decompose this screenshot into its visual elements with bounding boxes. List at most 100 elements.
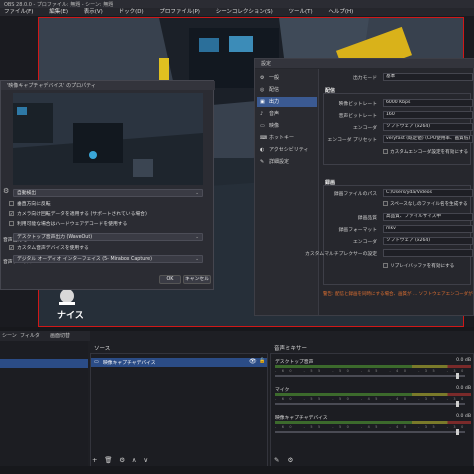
keyboard-icon: ⌨ xyxy=(260,135,268,141)
menu-profile[interactable]: プロファイル(P) xyxy=(159,8,200,17)
transition-label[interactable]: 画面切替 xyxy=(50,332,70,339)
gear-icon[interactable]: ⚙ xyxy=(288,456,294,464)
eye-icon[interactable]: 👁 xyxy=(249,358,257,365)
apply-rotation-checkbox[interactable]: ✓ カメラ向け回転データを適用する (サポートされている場合) xyxy=(9,211,147,218)
volume-meter xyxy=(275,393,471,396)
volume-slider-knob[interactable] xyxy=(455,373,459,379)
volume-slider[interactable] xyxy=(275,431,465,433)
cancel-button[interactable]: キャンセル xyxy=(183,275,211,284)
checkbox-box xyxy=(9,201,14,206)
nav-item-label: 出力 xyxy=(269,99,280,105)
mixer-toolbar: ✎ ⚙ xyxy=(274,456,299,464)
ok-button[interactable]: OK xyxy=(159,275,181,284)
audio-mixer: デスクトップ音声 0.0 dB -60 -55 -50 -45 -40 -35 … xyxy=(270,353,474,474)
sources-toolbar: + 🗑 ⚙ ∧ ∨ xyxy=(92,456,153,466)
hardware-decode-checkbox[interactable]: 利用可能な場合はハードウェアデコードを使用する xyxy=(9,221,127,228)
settings-row: 映像ビットレート 6000 Kbps xyxy=(321,99,473,108)
mixer-settings-icon[interactable]: ✎ xyxy=(274,456,279,464)
settings-row: 音声ビットレート 160 xyxy=(321,111,473,120)
menu-view[interactable]: 表示(V) xyxy=(84,8,103,17)
checkbox-label: 垂直方向に反転 xyxy=(17,202,51,207)
flip-vertical-checkbox[interactable]: 垂直方向に反転 xyxy=(9,201,51,208)
settings-row: エンコーダ ソフトウェア (x264) xyxy=(321,237,473,246)
status-bar xyxy=(0,466,474,474)
recording-encoder-select[interactable]: ソフトウェア (x264) xyxy=(383,237,473,245)
monitor-icon: ▭ xyxy=(260,123,265,129)
mixer-track: デスクトップ音声 0.0 dB -60 -55 -50 -45 -40 -35 … xyxy=(275,358,471,382)
volume-slider-knob[interactable] xyxy=(455,401,459,407)
scenes-tab-row: シーン フィルタ 画面切替 xyxy=(0,331,90,341)
custom-audio-checkbox[interactable]: ✓ カスタム音声デバイスを使用する xyxy=(9,245,89,252)
row-label: エンコーダ プリセット xyxy=(327,138,378,143)
replay-buffer-checkbox[interactable]: リプレイバッファを有効にする xyxy=(383,263,454,269)
checkbox-label: リプレイバッファを有効にする xyxy=(390,264,455,269)
audio-device-select[interactable]: デジタル オーディオ インターフェイス (5- Mirabox Capture)… xyxy=(13,255,203,263)
nav-item-label: アクセシビリティ xyxy=(269,147,309,153)
source-properties-button[interactable]: ⚙ xyxy=(119,456,125,464)
remove-source-button[interactable]: 🗑 xyxy=(104,456,112,464)
resolution-select[interactable]: 自動検出 ⌄ xyxy=(13,189,203,197)
row-label: 音声ビットレート xyxy=(338,114,377,119)
menu-docks[interactable]: ドック(D) xyxy=(119,8,144,17)
menu-file[interactable]: ファイル(F) xyxy=(4,8,33,17)
nav-item-advanced[interactable]: ✎ 詳細設定 xyxy=(257,157,317,167)
menu-edit[interactable]: 編集(E) xyxy=(49,8,68,17)
nav-item-general[interactable]: ⚙ 一般 xyxy=(257,73,317,83)
stream-encoder-select[interactable]: ソフトウェア (x264) xyxy=(383,123,473,131)
audio-bitrate-select[interactable]: 160 xyxy=(383,111,473,119)
preview-overlay-text: ナイス xyxy=(57,311,84,321)
move-source-down-button[interactable]: ∨ xyxy=(143,456,148,464)
nav-item-hotkeys[interactable]: ⌨ ホットキー xyxy=(257,133,317,143)
mixer-track: マイク 0.0 dB -60 -55 -50 -45 -40 -35 -30 -… xyxy=(275,386,471,410)
checkbox-box: ✓ xyxy=(9,211,14,216)
tab-scenes[interactable]: シーン xyxy=(2,332,17,339)
volume-slider[interactable] xyxy=(275,403,465,405)
track-name: マイク xyxy=(275,388,290,393)
recording-format-select[interactable]: mkv xyxy=(383,225,473,233)
nav-item-video[interactable]: ▭ 映像 xyxy=(257,121,317,131)
settings-row: カスタムマルチプレクサーの設定 xyxy=(305,249,473,258)
source-item-label: 映像キャプチャデバイス xyxy=(103,361,156,366)
source-item[interactable]: ▭ 映像キャプチャデバイス 👁 🔓 xyxy=(91,358,267,367)
tab-filters[interactable]: フィルタ xyxy=(20,332,40,339)
add-source-button[interactable]: + xyxy=(92,456,97,464)
settings-title: 設定 xyxy=(261,61,272,67)
row-label: 録画ファイルのパス xyxy=(333,192,377,197)
output-icon: ▣ xyxy=(260,99,265,105)
move-source-up-button[interactable]: ∧ xyxy=(132,456,137,464)
track-name: デスクトップ音声 xyxy=(275,360,314,365)
nav-item-stream[interactable]: ◎ 配信 xyxy=(257,85,317,95)
output-mode-select[interactable]: 基本 xyxy=(383,73,473,81)
row-label: 映像ビットレート xyxy=(338,102,377,107)
unlock-icon[interactable]: 🔓 xyxy=(259,358,265,364)
nav-item-accessibility[interactable]: ◐ アクセシビリティ xyxy=(257,145,317,155)
recording-path-field[interactable]: C:/Users/yda/Videos xyxy=(383,189,473,197)
nav-item-output[interactable]: ▣ 出力 xyxy=(257,97,317,107)
custom-encoder-checkbox[interactable]: カスタムエンコーダ設定を有効にする xyxy=(383,149,468,155)
video-bitrate-field[interactable]: 6000 Kbps xyxy=(383,99,473,107)
menu-bar: ファイル(F) 編集(E) 表示(V) ドック(D) プロファイル(P) シーン… xyxy=(0,8,474,17)
menu-scene-collection[interactable]: シーンコレクション(S) xyxy=(216,8,273,17)
recording-quality-select[interactable]: 高品質、ファイルサイズ中 xyxy=(383,213,473,221)
row-label: 録画品質 xyxy=(357,216,377,221)
gear-icon[interactable]: ⚙ xyxy=(3,187,9,195)
menu-tools[interactable]: ツール(T) xyxy=(288,8,312,17)
audio-output-value: デスクトップ音声出力 (WaveOut) xyxy=(17,235,93,240)
menu-help[interactable]: ヘルプ(H) xyxy=(328,8,353,17)
track-db: 0.0 dB xyxy=(456,414,471,419)
volume-slider-knob[interactable] xyxy=(455,429,459,435)
row-label: エンコーダ xyxy=(353,126,377,131)
gear-icon: ⚙ xyxy=(260,75,265,81)
scene-item-selected[interactable] xyxy=(0,359,88,368)
row-label: カスタムマルチプレクサーの設定 xyxy=(305,252,377,257)
nav-item-label: 映像 xyxy=(269,123,280,129)
nav-item-audio[interactable]: ♪ 音声 xyxy=(257,109,317,119)
volume-slider[interactable] xyxy=(275,375,465,377)
accessibility-icon: ◐ xyxy=(260,147,265,153)
wrench-icon: ✎ xyxy=(260,159,265,165)
mixer-dock-title: 音声ミキサー xyxy=(274,346,308,352)
audio-output-select[interactable]: デスクトップ音声出力 (WaveOut) ⌄ xyxy=(13,233,203,241)
no-space-filename-checkbox[interactable]: スペースなしのファイル名を生成する xyxy=(383,201,468,207)
encoder-preset-select[interactable]: veryfast (既定値) (CPU使用率、画質低) xyxy=(383,135,473,143)
custom-muxer-field[interactable] xyxy=(383,249,473,257)
